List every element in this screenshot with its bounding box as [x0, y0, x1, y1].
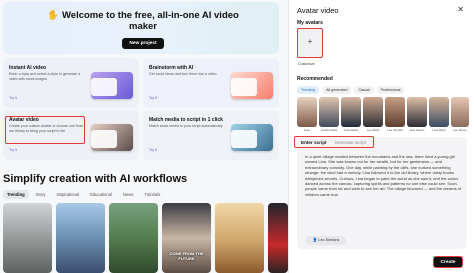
try-it-link[interactable]: Try it	[9, 148, 17, 152]
card-thumbnail-overlay	[231, 78, 257, 96]
card-title: Instant AI video	[9, 65, 47, 71]
avatar[interactable]	[297, 97, 317, 127]
hero-banner: ✋ Welcome to the free, all-in-one AI vide…	[3, 2, 279, 54]
gallery-item[interactable]	[215, 203, 264, 273]
card-thumbnail-overlay	[91, 78, 117, 96]
card-thumbnail-overlay	[91, 130, 117, 148]
card-brainstorm[interactable]: Brainstorm with AI Get script ideas and …	[143, 58, 279, 108]
card-desc: Match stock media to your script automat…	[149, 124, 223, 128]
tab-story[interactable]: Story	[32, 190, 50, 199]
gallery-item[interactable]	[109, 203, 158, 273]
avatar[interactable]	[363, 97, 383, 127]
card-thumbnail-overlay	[231, 130, 257, 148]
voice-selector[interactable]: 👤 Leo Eledons	[305, 236, 347, 245]
new-project-button[interactable]: New project	[122, 38, 164, 49]
tab-tutorials[interactable]: Tutorials	[140, 190, 164, 199]
avatar-name: Leo Marti	[366, 128, 380, 132]
section-title: Simplify creation with AI workflows	[3, 173, 188, 185]
gallery-item[interactable]: COME FROM THE FUTURE	[162, 203, 211, 273]
filter-trending[interactable]: Trending	[297, 86, 320, 94]
tab-news[interactable]: News	[119, 190, 137, 199]
card-desc: Get script ideas and turn them into a vi…	[149, 72, 217, 76]
add-avatar-button[interactable]: +	[297, 28, 323, 58]
avatar-name: Joan	[303, 128, 311, 132]
create-button[interactable]: Create	[433, 256, 463, 268]
tab-inspirational[interactable]: Inspirational	[52, 190, 83, 199]
app-root: ✋ Welcome to the free, all-in-one AI vide…	[0, 0, 474, 273]
avatar-name: Lisa Marti	[432, 128, 446, 132]
card-title: Match media to script in 1 click	[149, 117, 223, 123]
hero-title-text: Welcome to the free, all-in-one AI video…	[62, 10, 239, 32]
try-it-link[interactable]: Try it	[9, 96, 17, 100]
my-avatars-label: My avatars	[297, 20, 323, 26]
filter-ai-generated[interactable]: All-generated	[322, 86, 352, 94]
avatar[interactable]	[319, 97, 339, 127]
voice-label: Leo Eledons	[318, 238, 340, 242]
highlight-enter-script	[294, 136, 374, 148]
try-it-link[interactable]: Try it	[149, 96, 157, 100]
close-icon[interactable]: ✕	[457, 5, 464, 14]
avatar[interactable]	[341, 97, 361, 127]
card-instant-ai-video[interactable]: Instant AI video Enter a topic and selec…	[3, 58, 139, 108]
avatar[interactable]	[385, 97, 405, 127]
waving-hand-icon: ✋	[47, 10, 59, 21]
highlight-avatar-video	[5, 116, 85, 144]
gallery-item[interactable]	[3, 203, 52, 273]
gallery-item[interactable]	[268, 203, 288, 273]
workflow-tabs: Trending Story Inspirational Educational…	[3, 190, 164, 199]
avatar[interactable]	[407, 97, 427, 127]
try-it-link[interactable]: Try it	[149, 148, 157, 152]
customize-label: Customize	[298, 62, 315, 66]
workflow-gallery: COME FROM THE FUTURE	[3, 203, 288, 273]
gallery-caption: COME FROM THE FUTURE	[169, 251, 204, 261]
avatar-grid: Joan Carlos Marti Aria Atelier Leo Marti…	[297, 97, 469, 135]
recommended-label: Recommended	[297, 76, 333, 82]
script-text[interactable]: In a quiet village nestled between the m…	[305, 154, 463, 197]
hero-title: ✋ Welcome to the free, all-in-one AI vide…	[43, 10, 243, 32]
card-desc: Enter a topic and select a style to gene…	[9, 72, 81, 81]
avatar[interactable]	[451, 97, 469, 127]
card-match-media[interactable]: Match media to script in 1 click Match s…	[143, 110, 279, 160]
card-title: Brainstorm with AI	[149, 65, 194, 71]
main-area: ✋ Welcome to the free, all-in-one AI vide…	[0, 0, 288, 273]
avatar-name: Aria Hayes	[409, 128, 425, 132]
gallery-item[interactable]	[56, 203, 105, 273]
filter-casual[interactable]: Casual	[354, 86, 374, 94]
plus-icon: +	[307, 37, 313, 46]
tab-educational[interactable]: Educational	[86, 190, 116, 199]
tab-trending[interactable]: Trending	[3, 190, 29, 199]
voice-icon: 👤	[312, 238, 318, 242]
avatar[interactable]	[429, 97, 449, 127]
avatar-filters: Trending All-generated Casual Profession…	[297, 86, 405, 94]
avatar-name: Lee Sinclair	[387, 128, 403, 132]
avatar-name: Lee Rome	[453, 128, 467, 132]
avatar-name: Carlos Marti	[320, 128, 338, 132]
panel-title: Avatar video	[297, 6, 339, 15]
avatar-name: Aria Atelier	[343, 128, 359, 132]
filter-professional[interactable]: Professional	[376, 86, 405, 94]
